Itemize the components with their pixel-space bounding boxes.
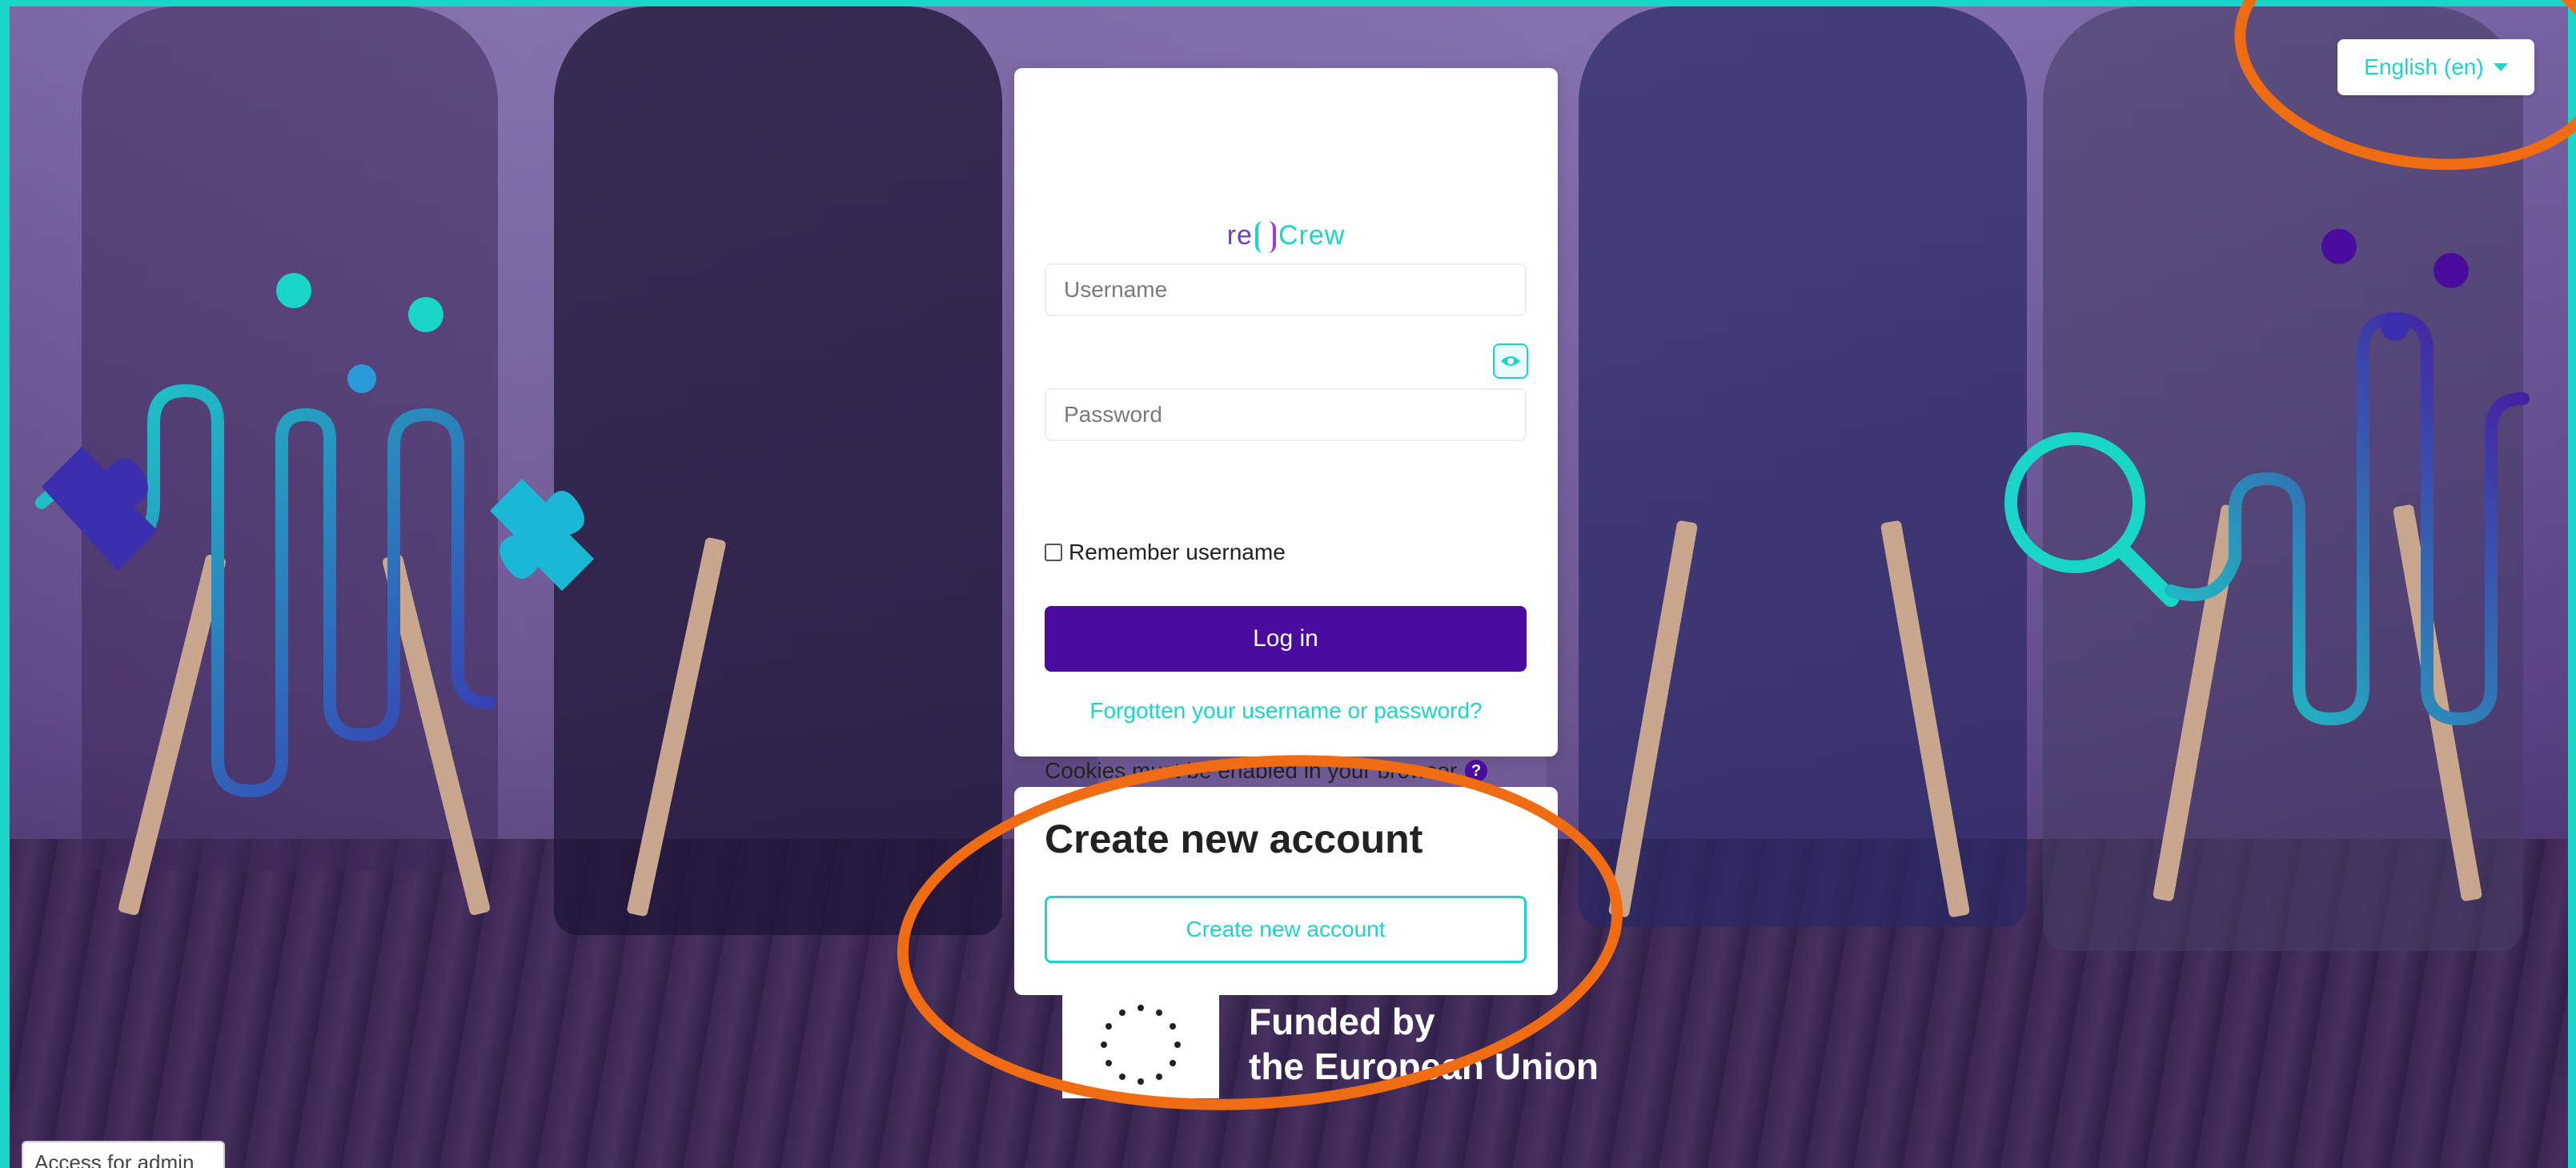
language-selector[interactable]: English (en) (2337, 39, 2534, 95)
admin-access-link[interactable]: Access for admin (22, 1141, 225, 1168)
create-account-card: Create new account Create new account (1014, 787, 1558, 995)
forgot-credentials-link[interactable]: Forgotten your username or password? (1014, 698, 1558, 724)
username-input[interactable] (1045, 263, 1527, 316)
login-card: re Crew Remember username Log in Forgotte… (1014, 68, 1558, 783)
remember-username[interactable]: Remember username (1045, 539, 1286, 566)
language-label: English (en) (2364, 54, 2484, 79)
left-puzzle-art-icon (35, 273, 594, 798)
login-button[interactable]: Log in (1045, 606, 1527, 672)
logo-text-left: re (1226, 220, 1253, 251)
reveal-password-button[interactable] (1493, 343, 1528, 379)
password-input[interactable] (1045, 388, 1527, 441)
cookies-notice: Cookies must be enabled in your browser … (1045, 758, 1488, 784)
funding-statement: Funded by the European Union (1249, 999, 1599, 1089)
remember-label: Remember username (1069, 540, 1286, 564)
funding-line-1: Funded by (1249, 1001, 1435, 1042)
site-logo: re Crew (1014, 220, 1558, 268)
cookies-notice-text: Cookies must be enabled in your browser (1045, 758, 1458, 783)
create-account-heading: Create new account (1045, 817, 1423, 861)
funding-line-2: the European Union (1249, 1046, 1599, 1087)
help-icon[interactable]: ? (1465, 760, 1488, 782)
logo-mark-icon (1254, 221, 1276, 254)
eu-flag (1062, 991, 1219, 1098)
eu-stars-icon (1101, 1005, 1181, 1085)
create-account-button[interactable]: Create new account (1045, 896, 1527, 963)
logo-text-right: Crew (1278, 220, 1346, 251)
right-search-art-icon (2004, 229, 2530, 726)
eye-icon (1501, 356, 1520, 366)
remember-checkbox[interactable] (1045, 544, 1062, 561)
chevron-down-icon (2493, 63, 2508, 71)
